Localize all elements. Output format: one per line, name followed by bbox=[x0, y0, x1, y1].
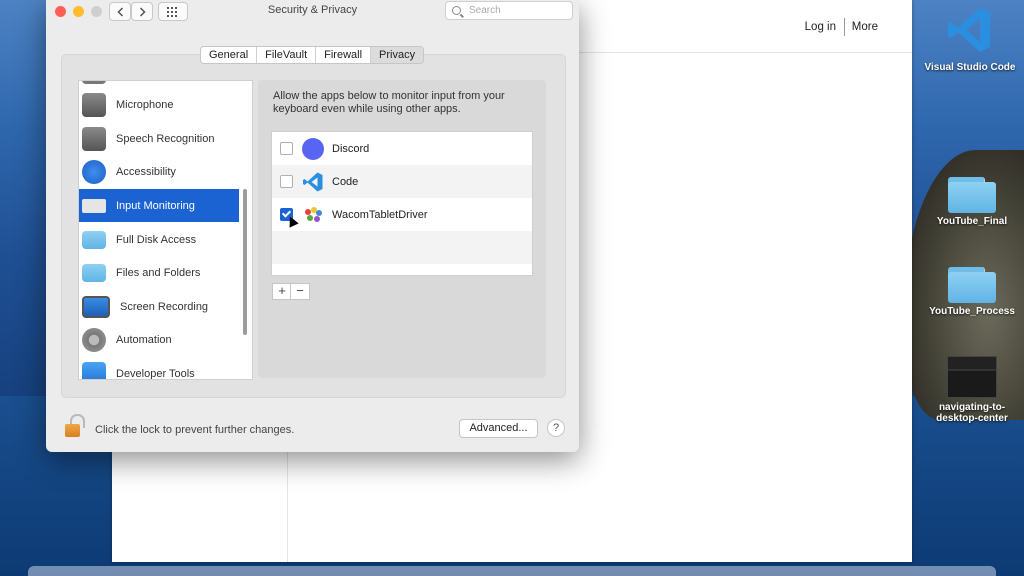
sidebar-item-accessibility[interactable]: Accessibility bbox=[79, 155, 239, 188]
tab-firewall[interactable]: Firewall bbox=[316, 47, 372, 63]
desktop-icon-label: YouTube_Final bbox=[936, 216, 1008, 227]
sidebar-item-label: Automation bbox=[116, 333, 172, 346]
sidebar-item-label: Developer Tools bbox=[116, 367, 195, 380]
remove-app-button[interactable]: − bbox=[290, 283, 310, 300]
code-checkbox[interactable] bbox=[280, 175, 293, 188]
desktop-icon-label: Visual Studio Code bbox=[924, 62, 1016, 73]
app-row-empty bbox=[272, 231, 532, 264]
dock bbox=[28, 566, 996, 576]
login-link[interactable]: Log in bbox=[805, 21, 836, 33]
help-button[interactable]: ? bbox=[547, 419, 565, 437]
sidebar-item-partial bbox=[79, 81, 239, 88]
lock-icon[interactable] bbox=[62, 414, 85, 438]
gear-icon bbox=[82, 327, 106, 352]
sidebar-item-label: Files and Folders bbox=[116, 266, 201, 279]
vscode-icon bbox=[303, 172, 323, 191]
display-icon bbox=[82, 295, 110, 318]
sidebar-item-label: Screen Recording bbox=[120, 300, 209, 313]
folder-icon bbox=[82, 263, 106, 282]
sidebar-item-screen-recording[interactable]: Screen Recording bbox=[79, 290, 239, 323]
tab-general[interactable]: General bbox=[201, 47, 258, 63]
sidebar-item-files-and-folders[interactable]: Files and Folders bbox=[79, 256, 239, 289]
wacom-icon bbox=[305, 206, 322, 222]
more-link[interactable]: More bbox=[852, 21, 878, 33]
search-input[interactable] bbox=[467, 4, 566, 17]
desktop-icon-vscode[interactable]: Visual Studio Code bbox=[915, 4, 1024, 73]
apps-list[interactable]: Discord Code WacomTabletDriver bbox=[271, 131, 533, 276]
keyboard-icon bbox=[82, 198, 106, 213]
list-scrollbar[interactable] bbox=[243, 189, 247, 335]
search-field[interactable] bbox=[445, 1, 573, 20]
lock-instructions: Click the lock to prevent further change… bbox=[95, 424, 295, 436]
sidebar-item-automation[interactable]: Automation bbox=[79, 323, 239, 356]
permission-description: Allow the apps below to monitor input fr… bbox=[273, 90, 505, 115]
desktop-icon-label: YouTube_Process bbox=[929, 306, 1015, 317]
sidebar-item-speech-recognition[interactable]: Speech Recognition bbox=[79, 122, 239, 155]
discord-icon bbox=[302, 137, 324, 160]
folder-icon bbox=[948, 267, 996, 303]
sidebar-item-developer-tools[interactable]: Developer Tools bbox=[79, 357, 239, 380]
desktop-icon-label: navigating-to-desktop-center bbox=[936, 402, 1008, 424]
app-row-discord[interactable]: Discord bbox=[272, 132, 532, 165]
tab-privacy[interactable]: Privacy bbox=[371, 47, 424, 63]
title-bar: Security & Privacy bbox=[46, 0, 579, 22]
desktop-icon-youtube-final[interactable]: YouTube_Final bbox=[917, 177, 1024, 227]
privacy-category-list[interactable]: Microphone Speech Recognition Accessibil… bbox=[78, 80, 253, 380]
developer-tools-icon bbox=[82, 361, 106, 379]
folder-icon bbox=[82, 230, 106, 249]
desktop-icon-youtube-process[interactable]: YouTube_Process bbox=[917, 267, 1024, 317]
sidebar-item-label: Speech Recognition bbox=[116, 132, 215, 145]
privacy-tabs: General FileVault Firewall Privacy bbox=[200, 46, 425, 64]
microphone-icon bbox=[82, 92, 106, 117]
app-name: WacomTabletDriver bbox=[332, 208, 428, 221]
video-thumbnail-icon bbox=[947, 356, 997, 398]
sidebar-item-label: Microphone bbox=[116, 98, 174, 111]
app-row-wacom[interactable]: WacomTabletDriver bbox=[272, 198, 532, 231]
folder-icon bbox=[948, 177, 996, 213]
sidebar-item-label: Input Monitoring bbox=[116, 199, 195, 212]
sidebar-item-full-disk-access[interactable]: Full Disk Access bbox=[79, 223, 239, 256]
sidebar-item-microphone[interactable]: Microphone bbox=[79, 88, 239, 121]
app-row-code[interactable]: Code bbox=[272, 165, 532, 198]
app-name: Discord bbox=[332, 142, 370, 155]
desktop-icon-video[interactable]: navigating-to-desktop-center bbox=[917, 356, 1024, 424]
partial-icon bbox=[82, 81, 106, 84]
app-name: Code bbox=[332, 175, 359, 188]
search-icon bbox=[452, 6, 461, 15]
advanced-button[interactable]: Advanced... bbox=[459, 419, 538, 438]
sidebar-item-label: Full Disk Access bbox=[116, 233, 197, 246]
divider bbox=[844, 18, 845, 36]
tab-filevault[interactable]: FileVault bbox=[257, 47, 317, 63]
sidebar-item-input-monitoring[interactable]: Input Monitoring bbox=[79, 189, 239, 222]
discord-checkbox[interactable] bbox=[280, 142, 293, 155]
speech-recognition-icon bbox=[82, 126, 106, 151]
vscode-icon bbox=[948, 8, 990, 52]
add-app-button[interactable]: + bbox=[272, 283, 292, 300]
sidebar-item-label: Accessibility bbox=[116, 165, 176, 178]
accessibility-icon bbox=[82, 159, 106, 184]
